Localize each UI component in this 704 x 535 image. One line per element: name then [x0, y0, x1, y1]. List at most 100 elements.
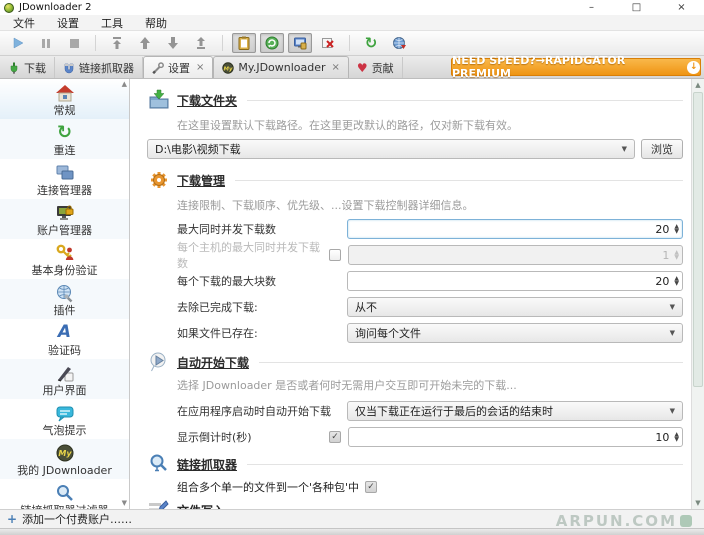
- maximize-button[interactable]: □: [614, 0, 659, 15]
- menu-help[interactable]: 帮助: [134, 15, 178, 31]
- clipboard-observer-toggle[interactable]: [232, 33, 256, 53]
- menu-tools[interactable]: 工具: [90, 15, 134, 31]
- file-exists-row: 如果文件已存在: 询问每个文件 ▼: [177, 323, 683, 343]
- sidebar-item-account-manager[interactable]: 账户管理器: [0, 199, 129, 239]
- sidebar-item-reconnect[interactable]: ↻ 重连: [0, 119, 129, 159]
- reconnect-button[interactable]: ↻: [359, 33, 383, 53]
- key-user-icon: [54, 242, 76, 264]
- chevron-down-icon: ▼: [669, 407, 675, 415]
- dropdown-value: 询问每个文件: [355, 327, 421, 340]
- section-desc: 在这里设置默认下载路径。在这里更改默认的路径，仅对新下载有效。: [177, 119, 518, 131]
- home-icon: [54, 82, 76, 104]
- menu-settings[interactable]: 设置: [46, 15, 90, 31]
- combine-packages-row: 组合多个单一的文件到一个'各种包'中 ✓: [177, 477, 683, 497]
- move-to-top-button[interactable]: [105, 33, 129, 53]
- spinner-buttons[interactable]: ▲ ▼: [674, 224, 679, 235]
- menu-bar: 文件 设置 工具 帮助: [0, 15, 704, 31]
- sidebar-scroll-down-icon[interactable]: ▼: [122, 500, 127, 507]
- svg-text:My: My: [224, 66, 233, 72]
- chevron-down-icon[interactable]: ▼: [622, 145, 627, 153]
- settings-content: 下载文件夹 在这里设置默认下载路径。在这里更改默认的路径，仅对新下载有效。 D:…: [130, 79, 704, 509]
- scroll-up-icon[interactable]: ▲: [692, 80, 704, 90]
- toolbar-separator: [222, 35, 223, 51]
- sidebar-item-linkgrabber-filter[interactable]: 链接抓取器过滤器: [0, 479, 129, 509]
- sidebar-item-connection-manager[interactable]: 连接管理器: [0, 159, 129, 199]
- scrollbar-thumb[interactable]: [693, 92, 703, 387]
- section-rule: [247, 463, 683, 465]
- browse-button[interactable]: 浏览: [641, 139, 683, 159]
- sidebar-item-label: 常规: [53, 103, 76, 117]
- countdown-spinner[interactable]: 10 ▲ ▼: [348, 427, 683, 447]
- watermark-text: ARPUN.COM: [555, 512, 677, 530]
- menu-file[interactable]: 文件: [2, 15, 46, 31]
- spinner-buttons[interactable]: ▲ ▼: [674, 432, 679, 443]
- stop-downloads-button[interactable]: [62, 33, 86, 53]
- remove-finished-dropdown[interactable]: 从不 ▼: [347, 297, 683, 317]
- spinner-buttons[interactable]: ▲ ▼: [674, 276, 679, 287]
- sidebar-item-label: 插件: [53, 303, 76, 317]
- sidebar-item-balloon-notify[interactable]: 气泡提示: [0, 399, 129, 439]
- window-close-icon: [322, 38, 334, 48]
- tab-linkgrabber[interactable]: 链接抓取器: [55, 57, 143, 78]
- sidebar-item-plugins[interactable]: 插件: [0, 279, 129, 319]
- close-window-action-button[interactable]: [316, 33, 340, 53]
- countdown-checkbox[interactable]: ✓: [329, 431, 341, 443]
- close-button[interactable]: ×: [659, 0, 704, 15]
- chevron-down-icon: ▼: [669, 329, 675, 337]
- countdown-row: 显示倒计时(秒) ✓ 10 ▲ ▼: [177, 427, 683, 447]
- tab-close-icon[interactable]: ×: [332, 62, 340, 73]
- max-chunks-spinner[interactable]: 20 ▲ ▼: [347, 271, 683, 291]
- per-host-row: 每个主机的最大同时并发下载数 1 ▲ ▼: [177, 241, 683, 270]
- section-title: 链接抓取器: [177, 457, 238, 472]
- update-button[interactable]: [387, 33, 411, 53]
- move-down-button[interactable]: [161, 33, 185, 53]
- tab-label: 设置: [168, 61, 190, 75]
- gear-icon: [147, 169, 171, 191]
- sidebar-item-my-jdownloader[interactable]: My 我的 JDownloader: [0, 439, 129, 479]
- dropdown-value: 从不: [355, 301, 377, 314]
- sidebar-item-label: 重连: [53, 143, 76, 157]
- sidebar-item-general[interactable]: 常规: [0, 79, 129, 119]
- sidebar-item-user-interface[interactable]: 用户界面: [0, 359, 129, 399]
- per-host-checkbox[interactable]: [329, 249, 341, 261]
- app-logo-icon: [4, 2, 14, 13]
- move-to-bottom-button[interactable]: [189, 33, 213, 53]
- clipboard-monitor-toggle[interactable]: [288, 33, 312, 53]
- window-title: JDownloader 2: [19, 2, 92, 13]
- field-label: 每个主机的最大同时并发下载数: [177, 241, 320, 270]
- tab-donate[interactable]: ♥ 贡献: [349, 57, 403, 78]
- minimize-button[interactable]: –: [569, 0, 614, 15]
- sidebar-scroll-up-icon[interactable]: ▲: [122, 81, 127, 88]
- rapidgator-premium-banner[interactable]: NEED SPEED?→RAPIDGATOR PREMIUM ↓: [451, 54, 701, 80]
- sidebar-item-label: 验证码: [48, 343, 81, 357]
- watermark: ARPUN.COM: [556, 512, 692, 530]
- autostart-mode-dropdown[interactable]: 仅当下载正在运行于最后的会话的结束时 ▼: [347, 401, 683, 421]
- download-path-combobox[interactable]: D:\电影\视频下载 ▼: [147, 139, 635, 159]
- arrow-up-icon: [140, 37, 150, 49]
- autostart-play-icon: [147, 351, 171, 373]
- move-up-button[interactable]: [133, 33, 157, 53]
- sidebar-item-label: 账户管理器: [37, 223, 92, 237]
- scroll-down-icon[interactable]: ▼: [692, 498, 704, 508]
- tab-settings[interactable]: 设置 ×: [143, 56, 214, 78]
- tab-myjdownloader[interactable]: My My.JDownloader ×: [213, 56, 349, 78]
- file-exists-dropdown[interactable]: 询问每个文件 ▼: [347, 323, 683, 343]
- stop-icon: [70, 39, 79, 48]
- monitor-clipboard-icon: [294, 37, 307, 50]
- add-premium-account-label: 添加一个付费账户……: [22, 513, 133, 526]
- content-scrollbar[interactable]: ▲ ▼: [691, 79, 704, 509]
- sidebar-item-basic-auth[interactable]: 基本身份验证: [0, 239, 129, 279]
- tab-downloads[interactable]: 下载: [0, 57, 55, 78]
- watermark-logo-icon: [680, 515, 692, 527]
- section-linkgrabber: 链接抓取器: [147, 453, 683, 475]
- sidebar-item-captcha[interactable]: A 验证码: [0, 319, 129, 359]
- clipboard-refresh-toggle[interactable]: [260, 33, 284, 53]
- globe-wrench-icon: [54, 282, 76, 304]
- tab-close-icon[interactable]: ×: [196, 62, 204, 73]
- max-downloads-spinner[interactable]: 20 ▲ ▼: [347, 219, 683, 239]
- spin-down-icon: ▼: [674, 436, 679, 443]
- pause-downloads-button[interactable]: [34, 33, 58, 53]
- combine-packages-checkbox[interactable]: ✓: [365, 481, 378, 493]
- start-downloads-button[interactable]: [6, 33, 30, 53]
- main-toolbar: ↻: [0, 31, 704, 56]
